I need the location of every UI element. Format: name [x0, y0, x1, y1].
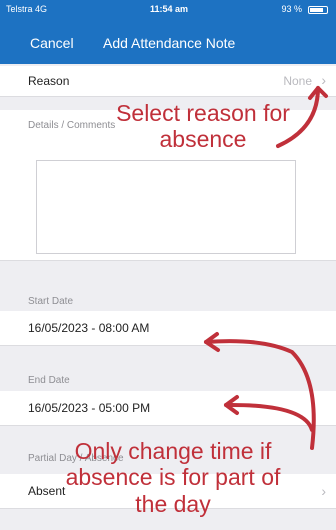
navigation-bar: Cancel Add Attendance Note — [0, 20, 336, 64]
battery-percent: 93 % — [281, 4, 302, 14]
status-bar: Telstra 4G 11:54 am 93 % — [0, 0, 336, 20]
annotation-time-line1: Only change time if — [74, 438, 272, 464]
cancel-button[interactable]: Cancel — [30, 35, 74, 51]
annotation-time: Only change time if absence is for part … — [28, 438, 318, 517]
reason-row[interactable]: Reason None › — [0, 66, 336, 97]
page-title: Add Attendance Note — [103, 35, 236, 51]
annotation-reason-line1: Select reason for — [116, 100, 290, 126]
start-date-label: Start Date — [28, 296, 74, 307]
reason-label: Reason — [28, 74, 70, 88]
annotation-time-line2: absence is for part of — [65, 464, 281, 491]
chevron-right-icon: › — [321, 72, 326, 88]
carrier-label: Telstra 4G — [6, 4, 48, 14]
annotation-reason: Select reason for absence — [83, 100, 323, 153]
clock: 11:54 am — [150, 4, 189, 14]
chevron-right-icon: › — [321, 483, 326, 499]
end-date-value: 16/05/2023 - 05:00 PM — [28, 401, 151, 415]
end-date-label: End Date — [28, 375, 70, 386]
details-textarea[interactable] — [36, 160, 296, 254]
annotation-reason-line2: absence — [159, 126, 247, 153]
start-date-value: 16/05/2023 - 08:00 AM — [28, 321, 150, 335]
start-date-row[interactable]: 16/05/2023 - 08:00 AM — [0, 311, 336, 346]
reason-value: None — [283, 74, 312, 88]
end-date-row[interactable]: 16/05/2023 - 05:00 PM — [0, 391, 336, 426]
annotation-time-line3: the day — [135, 490, 211, 517]
battery-icon — [308, 6, 328, 14]
